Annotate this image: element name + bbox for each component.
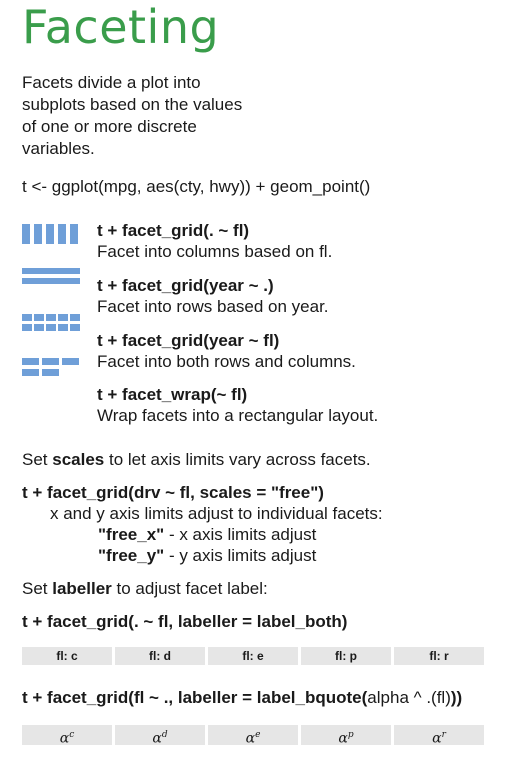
facet-grid-rows-block: t + facet_grid(year ~ .) Facet into rows… <box>97 275 329 317</box>
columns-facet-icon <box>22 224 78 244</box>
labeller-both-code: t + facet_grid(. ~ fl, labeller = label_… <box>22 612 348 631</box>
greek-strip-label: αc <box>22 725 112 747</box>
intro-text: Facets divide a plot into subplots based… <box>22 73 243 158</box>
facet-grid-cols-code: t + facet_grid(. ~ fl) <box>97 221 250 240</box>
greek-strip-label: αr <box>394 725 484 747</box>
greek-strip-label: αe <box>208 725 298 747</box>
facet-wrap-block: t + facet_wrap(~ fl) Wrap facets into a … <box>97 384 378 426</box>
facet-wrap-code: t + facet_wrap(~ fl) <box>97 385 248 404</box>
rows-facet-icon <box>22 268 80 284</box>
facet-grid-rows-desc: Facet into rows based on year. <box>97 297 329 316</box>
free-y-line: "free_y" - y axis limits adjust <box>98 546 317 565</box>
labeller-keyword: labeller <box>52 579 112 598</box>
strip-label: fl: r <box>394 647 484 665</box>
label-bquote-strip: αc αd αe αp αr <box>22 725 484 747</box>
strip-label: fl: c <box>22 647 112 665</box>
scales-note: x and y axis limits adjust to individual… <box>50 504 383 523</box>
free-x-line: "free_x" - x axis limits adjust <box>98 525 317 544</box>
greek-strip-label: αd <box>115 725 205 747</box>
setup-code: t <- ggplot(mpg, aes(cty, hwy)) + geom_p… <box>22 177 371 196</box>
page-title: Faceting <box>22 0 220 54</box>
strip-label: fl: e <box>208 647 298 665</box>
scales-text: Set scales to let axis limits vary acros… <box>22 450 371 469</box>
facet-grid-rows-code: t + facet_grid(year ~ .) <box>97 276 274 295</box>
facet-grid-cols-block: t + facet_grid(. ~ fl) Facet into column… <box>97 220 332 262</box>
facet-grid-cols-desc: Facet into columns based on fl. <box>97 242 333 261</box>
facet-grid-both-desc: Facet into both rows and columns. <box>97 352 356 371</box>
facet-wrap-desc: Wrap facets into a rectangular layout. <box>97 406 379 425</box>
facet-grid-both-code: t + facet_grid(year ~ fl) <box>97 331 280 350</box>
wrap-facet-icon <box>22 358 79 376</box>
facet-layout-icons <box>22 224 80 376</box>
labeller-bquote-code: t + facet_grid(fl ~ ., labeller = label_… <box>22 688 463 707</box>
label-both-strip: fl: c fl: d fl: e fl: p fl: r <box>22 647 484 665</box>
strip-label: fl: p <box>301 647 391 665</box>
labeller-text: Set labeller to adjust facet label: <box>22 579 268 598</box>
scales-code: t + facet_grid(drv ~ fl, scales = "free"… <box>22 483 324 502</box>
strip-label: fl: d <box>115 647 205 665</box>
facet-grid-both-block: t + facet_grid(year ~ fl) Facet into bot… <box>97 330 356 372</box>
greek-strip-label: αp <box>301 725 391 747</box>
grid-facet-icon <box>22 314 80 331</box>
scales-keyword: scales <box>52 450 105 469</box>
